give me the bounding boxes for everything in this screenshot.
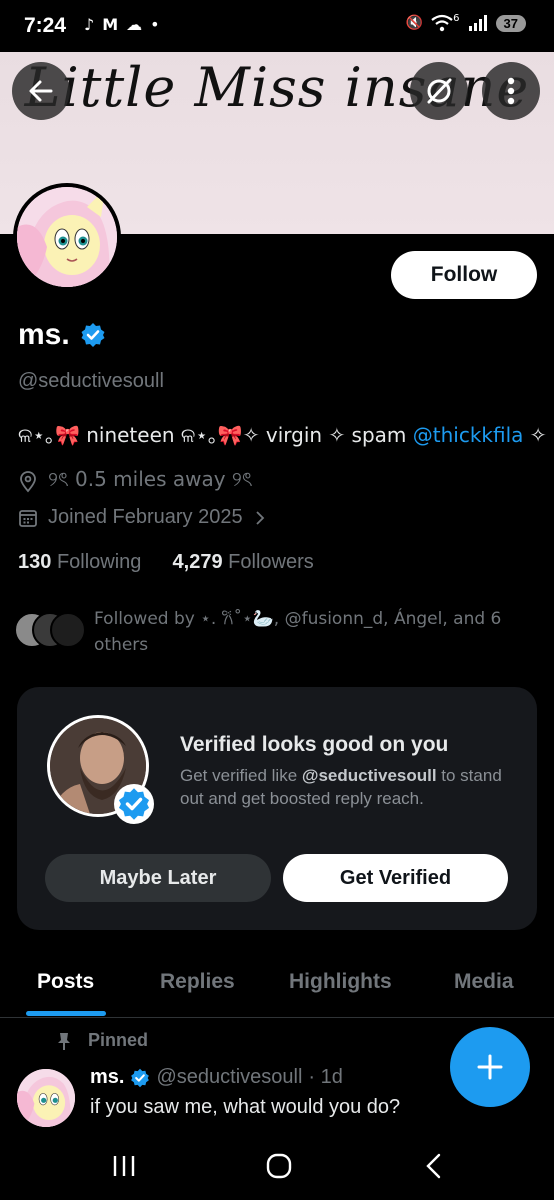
post-avatar[interactable]	[17, 1069, 75, 1127]
active-tab-indicator	[26, 1011, 106, 1016]
verified-badge-icon	[131, 1068, 150, 1087]
arrow-left-icon	[29, 80, 53, 102]
banner-text: Little Miss insane	[24, 56, 530, 119]
tab-replies[interactable]: Replies	[160, 970, 235, 994]
pinned-indicator: Pinned	[54, 1030, 148, 1051]
more-vertical-icon	[507, 77, 515, 105]
joined-text: Joined February 2025	[48, 506, 243, 528]
grok-button[interactable]	[410, 62, 468, 120]
tab-posts[interactable]: Posts	[37, 970, 94, 994]
post-author-name[interactable]: ms.	[90, 1066, 124, 1089]
maybe-later-button[interactable]: Maybe Later	[45, 854, 271, 902]
location-text: ୨ৎ 0.5 miles away ୨ৎ	[48, 467, 253, 491]
recent-apps-icon	[113, 1156, 135, 1176]
followers-count: 4,279	[172, 551, 223, 573]
following-label: Following	[56, 551, 142, 573]
avatar-image	[17, 187, 117, 287]
status-left-icons: ♪ M ☁ •	[84, 15, 160, 34]
home-icon	[266, 1153, 292, 1179]
following-count: 130	[18, 551, 52, 573]
bio-mention-link[interactable]: @thickkfila	[413, 423, 524, 447]
compose-post-button[interactable]	[450, 1027, 530, 1107]
mute-icon: 🔇	[405, 15, 424, 31]
promo-verified-badge	[114, 784, 154, 824]
avatar	[50, 612, 86, 648]
followers-count-link[interactable]: 4,279 Followers	[173, 551, 314, 573]
promo-description: Get verified like @seductivesoull to sta…	[180, 764, 520, 810]
back-nav-button[interactable]	[404, 1146, 464, 1186]
tab-media[interactable]: Media	[454, 970, 514, 994]
profile-handle: @seductivesoull	[18, 370, 164, 392]
gmail-icon: M	[102, 15, 119, 34]
promo-desc-pre: Get verified like	[180, 766, 302, 785]
grok-icon	[427, 78, 452, 104]
profile-avatar[interactable]	[13, 183, 121, 291]
dot-icon: •	[150, 15, 160, 34]
profile-name-row: ms.	[18, 318, 106, 352]
status-right-icons: 🔇 6 37	[405, 12, 526, 32]
plus-icon	[477, 1054, 503, 1080]
post-author-handle: @seductivesoull	[156, 1066, 303, 1088]
follow-button[interactable]: Follow	[391, 251, 537, 299]
profile-bio: ଳ⋆｡🎀 nineteen ଳ⋆｡🎀✧ virgin ✧ spam @thick…	[18, 419, 547, 448]
recent-apps-button[interactable]	[94, 1146, 154, 1186]
tabs-divider	[0, 1017, 554, 1018]
home-button[interactable]	[249, 1146, 309, 1186]
followed-by-row[interactable]: Followed by ⋆. 𐙚˚⋆🦢, @fusionn_d, Ángel, …	[14, 606, 534, 658]
location-pin-icon	[20, 470, 36, 492]
calendar-icon	[19, 509, 37, 527]
promo-title: Verified looks good on you	[180, 733, 449, 756]
status-time: 7:24	[24, 14, 67, 37]
post-header: ms. @seductivesoull · 1d	[90, 1066, 343, 1089]
followed-by-text: Followed by ⋆. 𐙚˚⋆🦢, @fusionn_d, Ángel, …	[94, 609, 502, 655]
tab-highlights[interactable]: Highlights	[289, 970, 392, 994]
back-button[interactable]	[12, 62, 70, 120]
following-count-link[interactable]: 130 Following	[18, 551, 141, 573]
bio-tail: ✧	[523, 423, 547, 447]
pinned-label: Pinned	[88, 1030, 149, 1050]
chevron-left-icon	[426, 1153, 441, 1179]
followers-label: Followers	[228, 551, 314, 573]
promo-desc-handle: @seductivesoull	[301, 766, 437, 785]
post-text[interactable]: if you saw me, what would you do?	[90, 1096, 400, 1119]
verified-badge-icon[interactable]	[80, 322, 106, 348]
pin-icon	[58, 1032, 70, 1050]
get-verified-button[interactable]: Get Verified	[283, 854, 508, 902]
follow-counts: 130 Following 4,279 Followers	[18, 551, 314, 574]
battery-indicator: 37	[495, 14, 526, 32]
profile-joined[interactable]: Joined February 2025	[18, 506, 267, 529]
verified-badge-icon	[118, 788, 150, 820]
weather-icon: ☁	[126, 15, 143, 34]
followed-by-avatars	[14, 612, 86, 648]
post-time: · 1d	[308, 1066, 343, 1088]
profile-location: ୨ৎ 0.5 miles away ୨ৎ	[18, 465, 253, 498]
tiktok-icon: ♪	[84, 15, 95, 34]
more-options-button[interactable]	[482, 62, 540, 120]
chevron-right-icon	[255, 510, 264, 525]
bio-text: ଳ⋆｡🎀 nineteen ଳ⋆｡🎀✧ virgin ✧ spam	[18, 423, 413, 447]
wifi-icon	[431, 14, 453, 32]
profile-name: ms.	[18, 318, 70, 351]
signal-icon	[468, 15, 487, 31]
wifi-label: 6	[453, 12, 460, 24]
